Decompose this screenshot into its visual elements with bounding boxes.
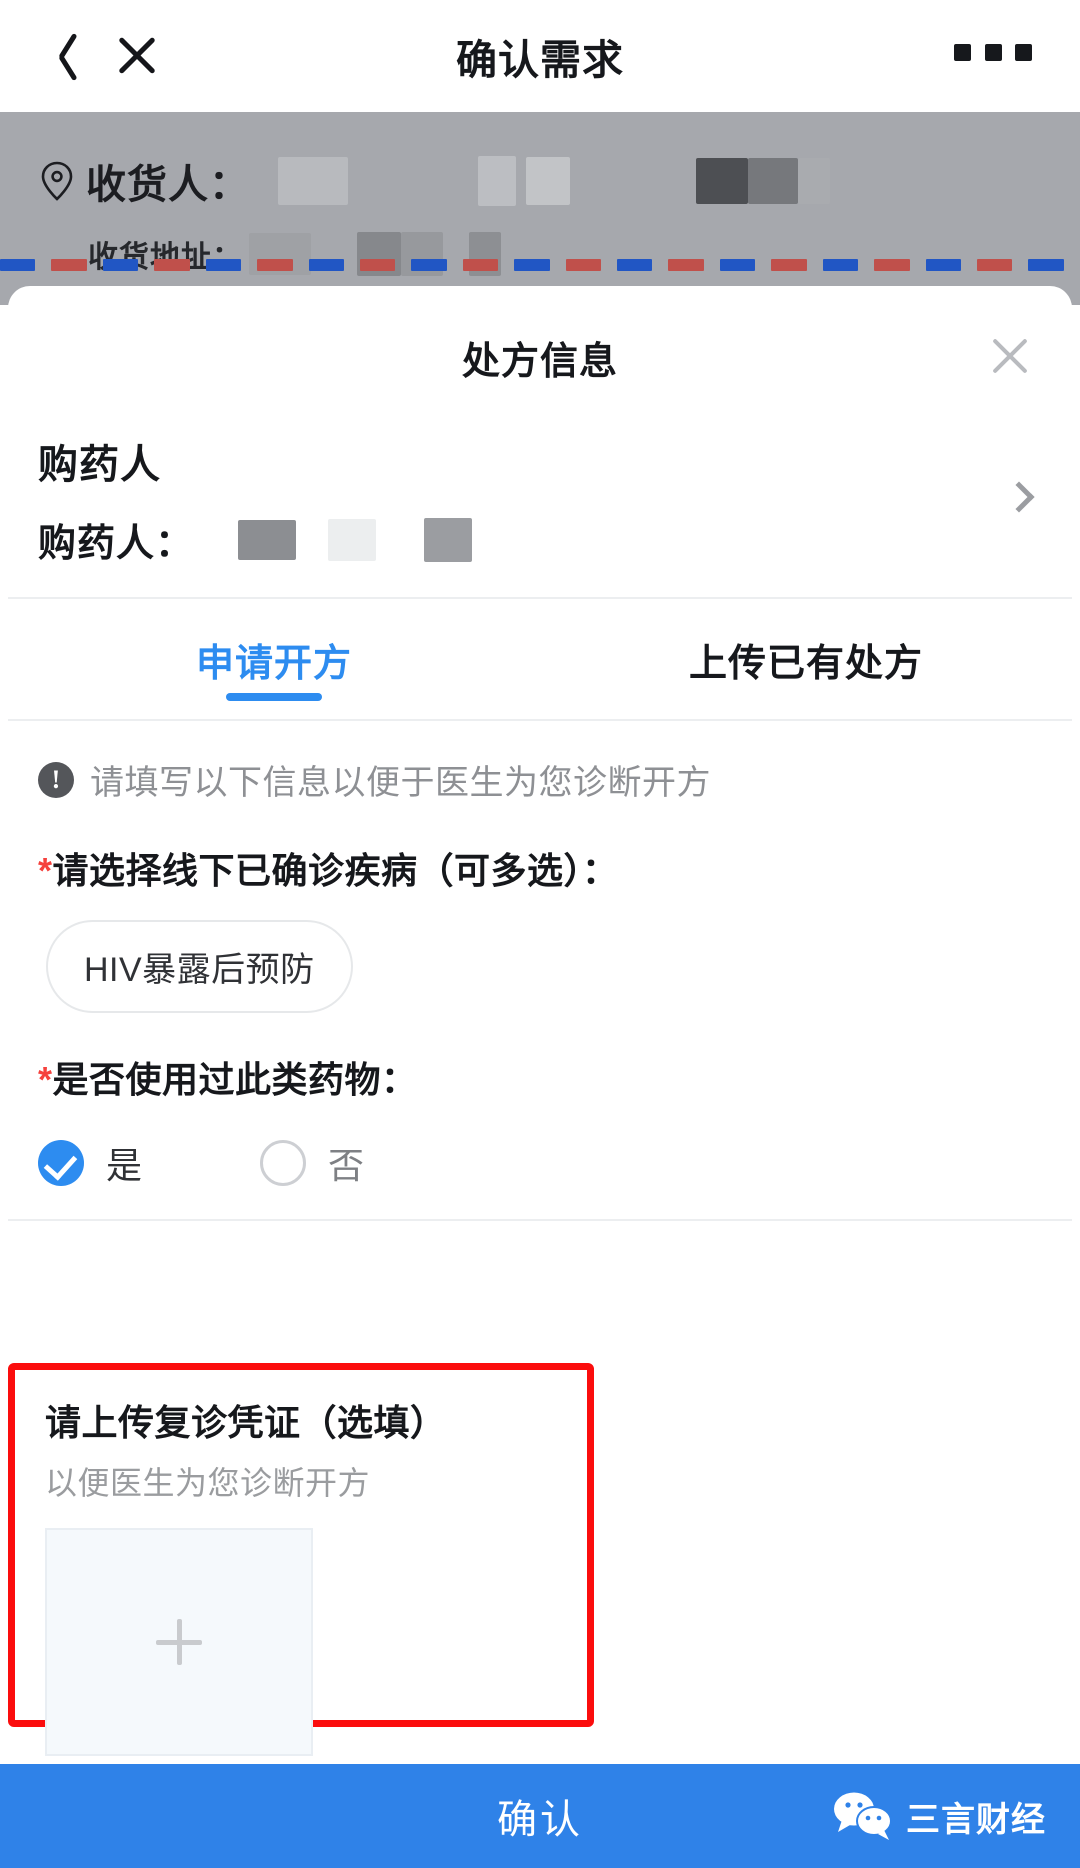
wechat-icon — [832, 1790, 894, 1842]
sheet-header: 处方信息 — [8, 286, 1072, 408]
redacted-block — [798, 158, 830, 204]
redacted-block — [238, 519, 297, 560]
dash-segment — [102, 259, 139, 271]
tab-upload-prescription[interactable]: 上传已有处方 — [540, 599, 1072, 719]
redacted-block — [478, 156, 516, 206]
more-horizontal-icon[interactable] — [954, 42, 1032, 62]
dash-segment — [771, 259, 807, 271]
dash-segment — [205, 259, 242, 271]
required-asterisk: * — [38, 1059, 53, 1100]
watermark-text: 三言财经 — [906, 1800, 1046, 1839]
sheet-title: 处方信息 — [461, 341, 618, 383]
watermark: 三言财经 — [832, 1790, 1046, 1842]
dash-segment — [874, 259, 910, 271]
upload-title: 请上传复诊凭证（选填） — [45, 1402, 447, 1443]
dash-segment — [719, 259, 756, 271]
decorative-dashed-divider — [0, 258, 1080, 272]
dash-segment — [154, 259, 190, 271]
app-screen: 确认需求 收货人： 收货地址： 处方信息 购药人 购药人： 申请开方 上传已有处… — [0, 0, 1080, 1868]
close-icon[interactable] — [986, 332, 1034, 380]
dash-segment — [668, 259, 704, 271]
buyer-heading: 购药人 — [38, 443, 161, 487]
disease-label-text: 请选择线下已确诊疾病（可多选）： — [52, 850, 619, 891]
dash-segment — [1028, 259, 1064, 271]
dash-segment — [0, 259, 36, 271]
confirm-button[interactable]: 确认 三言财经 — [0, 1764, 1080, 1868]
section-divider — [8, 1219, 1072, 1221]
disease-chip[interactable]: HIV暴露后预防 — [46, 920, 353, 1013]
exclamation-circle-icon: ! — [38, 761, 74, 798]
prescription-form: ! 请填写以下信息以便于医生为您诊断开方 *请选择线下已确诊疾病（可多选）： H… — [8, 721, 1072, 1221]
disease-chip-row: HIV暴露后预防 — [38, 920, 1042, 1013]
redacted-block — [424, 517, 473, 562]
radio-label-no: 否 — [328, 1145, 365, 1186]
dash-segment — [977, 259, 1013, 271]
dash-segment — [462, 259, 499, 271]
redacted-block — [526, 157, 570, 205]
delivery-address-section[interactable]: 收货人： 收货地址： ⁄ — [0, 112, 1080, 355]
dash-segment — [411, 259, 447, 271]
upload-subtitle: 以便医生为您诊断开方 — [45, 1465, 371, 1501]
used-drug-radio-group: 是 否 — [38, 1137, 1042, 1189]
check-circle-icon — [38, 1140, 84, 1186]
buyer-label: 购药人： — [38, 523, 195, 565]
form-notice-text: 请填写以下信息以便于医生为您诊断开方 — [90, 764, 711, 802]
prescription-sheet: 处方信息 购药人 购药人： 申请开方 上传已有处方 ! 请填写以下信息以便于医生… — [8, 286, 1072, 1764]
prescription-tabs: 申请开方 上传已有处方 — [8, 599, 1072, 721]
plus-icon — [156, 1619, 202, 1665]
redacted-block — [696, 158, 748, 204]
navigation-bar: 确认需求 — [0, 0, 1080, 112]
confirm-button-label: 确认 — [497, 1798, 583, 1842]
buyer-section[interactable]: 购药人 购药人： — [8, 408, 1072, 599]
disease-field-label: *请选择线下已确诊疾病（可多选）： — [38, 842, 1042, 894]
dash-segment — [565, 259, 602, 271]
dash-segment — [925, 259, 962, 271]
dash-segment — [822, 259, 859, 271]
radio-option-yes[interactable]: 是 — [38, 1137, 142, 1189]
form-notice: ! 请填写以下信息以便于医生为您诊断开方 — [38, 755, 1042, 804]
required-asterisk: * — [38, 850, 53, 891]
dash-segment — [257, 259, 293, 271]
used-drug-field-label: *是否使用过此类药物： — [38, 1051, 1042, 1103]
page-title: 确认需求 — [456, 37, 624, 83]
dash-segment — [617, 259, 653, 271]
upload-add-button[interactable] — [45, 1528, 313, 1756]
redacted-block — [748, 158, 798, 204]
recipient-label: 收货人： — [86, 163, 250, 207]
dash-segment — [308, 259, 344, 271]
dash-segment — [514, 259, 550, 271]
redacted-block — [278, 157, 348, 205]
tab-apply-prescription[interactable]: 申请开方 — [8, 599, 540, 719]
buyer-value-row: 购药人： — [38, 512, 1034, 567]
radio-option-no[interactable]: 否 — [260, 1137, 364, 1189]
empty-circle-icon — [260, 1140, 307, 1186]
dash-segment — [51, 259, 87, 271]
radio-label-yes: 是 — [106, 1145, 143, 1186]
upload-evidence-section: 请上传复诊凭证（选填） 以便医生为您诊断开方 — [8, 1363, 594, 1756]
used-drug-label-text: 是否使用过此类药物： — [52, 1059, 418, 1100]
location-pin-icon — [40, 161, 74, 201]
recipient-row: 收货人： — [40, 152, 830, 210]
dash-segment — [359, 259, 396, 271]
redacted-block — [328, 518, 377, 561]
